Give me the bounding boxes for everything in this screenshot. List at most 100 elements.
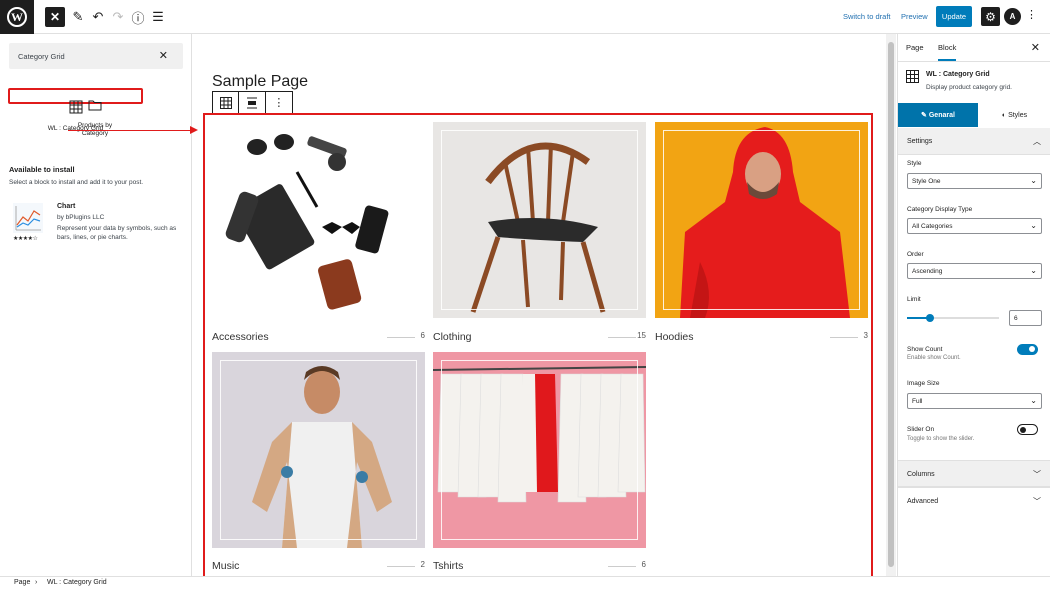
category-name: Accessories xyxy=(212,331,269,343)
wordpress-logo-button[interactable]: W xyxy=(0,0,34,34)
order-select[interactable]: Ascending ⌄ xyxy=(907,263,1042,279)
switch-to-draft-button[interactable]: Switch to draft xyxy=(843,12,891,21)
settings-section-header[interactable]: Settings ︿ xyxy=(898,128,1050,155)
category-card[interactable]: Music 2 xyxy=(212,352,425,574)
breadcrumb: Page › WL : Category Grid xyxy=(0,576,1050,590)
breadcrumb-current[interactable]: WL : Category Grid xyxy=(47,579,107,586)
style-label: Style xyxy=(907,160,922,167)
display-type-label: Category Display Type xyxy=(907,206,973,213)
category-image-music xyxy=(212,352,425,548)
limit-label: Limit xyxy=(907,296,921,303)
chart-thumbnail-icon xyxy=(13,203,43,233)
chevron-down-icon: ⌄ xyxy=(1030,266,1037,275)
update-button[interactable]: Update xyxy=(936,6,972,27)
chevron-up-icon: ︿ xyxy=(1033,137,1041,146)
limit-slider[interactable] xyxy=(907,314,999,322)
close-inserter-button[interactable]: ✕ xyxy=(45,7,65,27)
limit-slider-handle[interactable] xyxy=(926,314,934,322)
advanced-section-header[interactable]: Advanced ﹀ xyxy=(898,487,1050,514)
search-value: Category Grid xyxy=(18,52,65,61)
category-card[interactable]: Tshirts 6 xyxy=(433,352,646,574)
category-name: Music xyxy=(212,560,240,572)
image-size-select[interactable]: Full ⌄ xyxy=(907,393,1042,409)
block-search-input[interactable]: Category Grid ✕ xyxy=(9,43,183,69)
scrollbar-thumb[interactable] xyxy=(888,42,894,567)
settings-gear-icon[interactable]: ⚙ xyxy=(981,7,1000,26)
sidebar-tabs: Page Block ✕ xyxy=(898,34,1050,62)
block-type-table-icon[interactable] xyxy=(213,92,240,113)
more-options-icon[interactable]: ⋮ xyxy=(1026,8,1037,21)
style-select[interactable]: Style One ⌄ xyxy=(907,173,1042,189)
block-settings-tabs: ✎ Genaral ◐ Styles xyxy=(898,103,1050,127)
list-view-icon[interactable]: ☰ xyxy=(148,7,168,27)
slider-on-help: Toggle to show the slider. xyxy=(907,436,975,442)
image-size-value: Full xyxy=(912,398,923,405)
block-card: WL : Category Grid Display product categ… xyxy=(898,62,1050,104)
pencil-icon[interactable]: ✎ xyxy=(68,7,88,27)
breadcrumb-root[interactable]: Page xyxy=(14,579,30,586)
advanced-section-title: Advanced xyxy=(907,498,939,505)
category-count: 2 xyxy=(420,560,425,569)
count-divider xyxy=(387,566,415,567)
category-count: 6 xyxy=(420,331,425,340)
chevron-down-icon: ⌄ xyxy=(1030,396,1037,405)
annotation-arrow xyxy=(68,130,194,131)
count-divider xyxy=(608,337,636,338)
category-count: 15 xyxy=(637,331,646,340)
category-name: Hoodies xyxy=(655,331,694,343)
columns-section-header[interactable]: Columns ﹀ xyxy=(898,460,1050,487)
slider-on-label: Slider On xyxy=(907,426,935,433)
count-divider xyxy=(387,337,415,338)
available-to-install-heading: Available to install xyxy=(9,165,75,174)
display-type-select[interactable]: All Categories ⌄ xyxy=(907,218,1042,234)
slider-on-toggle[interactable] xyxy=(1017,424,1038,435)
close-sidebar-icon[interactable]: ✕ xyxy=(1031,41,1040,54)
count-divider xyxy=(608,566,636,567)
category-count: 6 xyxy=(641,560,646,569)
toggle-knob xyxy=(1020,426,1026,433)
preview-button[interactable]: Preview xyxy=(901,12,928,21)
astra-icon[interactable]: A xyxy=(1004,8,1021,25)
show-count-toggle[interactable] xyxy=(1017,344,1038,355)
installable-block-author: by bPlugins LLC xyxy=(57,214,105,221)
page-title[interactable]: Sample Page xyxy=(212,73,308,91)
block-inserter-panel: Category Grid ✕ WL : Category Grid Produ… xyxy=(0,34,192,576)
chevron-down-icon: ⌄ xyxy=(1030,176,1037,185)
category-card[interactable]: Accessories 6 xyxy=(212,122,425,344)
image-frame xyxy=(441,360,638,540)
image-frame xyxy=(220,360,417,540)
limit-value: 6 xyxy=(1014,315,1018,322)
redo-icon[interactable]: ↷ xyxy=(108,7,128,27)
columns-section-title: Columns xyxy=(907,471,935,478)
align-icon[interactable] xyxy=(239,92,266,113)
count-divider xyxy=(830,337,858,338)
chevron-down-icon: ⌄ xyxy=(1030,221,1037,230)
clear-search-icon[interactable]: ✕ xyxy=(159,49,168,62)
tab-general[interactable]: ✎ Genaral xyxy=(898,103,978,127)
settings-sidebar: Page Block ✕ WL : Category Grid Display … xyxy=(897,34,1050,576)
image-frame xyxy=(663,130,860,310)
toggle-knob xyxy=(1029,346,1035,352)
tab-block[interactable]: Block xyxy=(938,43,957,61)
category-name: Tshirts xyxy=(433,560,464,572)
category-card[interactable]: Hoodies 3 xyxy=(655,122,868,344)
chevron-down-icon: ﹀ xyxy=(1033,470,1041,479)
installable-block-chart[interactable]: ★★★★☆ Chart by bPlugins LLC Represent yo… xyxy=(9,201,185,251)
category-image-hoodies xyxy=(655,122,868,318)
info-icon[interactable]: ⓘ xyxy=(128,7,148,27)
undo-icon[interactable]: ↶ xyxy=(88,7,108,27)
editor-topbar: W ✕ ✎ ↶ ↷ ⓘ ☰ Switch to draft Preview Up… xyxy=(0,0,1050,34)
category-image-accessories xyxy=(212,122,425,318)
installable-block-description: Represent your data by symbols, such as … xyxy=(57,225,177,241)
limit-number-input[interactable]: 6 xyxy=(1009,310,1042,326)
category-card[interactable]: Clothing 15 xyxy=(433,122,646,344)
block-item-products-by-category[interactable]: Products by Category xyxy=(66,88,124,148)
tab-styles[interactable]: ◐ Styles xyxy=(978,103,1050,127)
show-count-label: Show Count xyxy=(907,346,943,353)
tab-general-label: Genaral xyxy=(928,111,955,119)
canvas-scrollbar[interactable] xyxy=(886,34,896,576)
tab-page[interactable]: Page xyxy=(906,43,924,52)
tab-styles-label: Styles xyxy=(1008,111,1028,119)
block-options-icon[interactable]: ⋮ xyxy=(266,92,292,113)
order-label: Order xyxy=(907,251,924,258)
